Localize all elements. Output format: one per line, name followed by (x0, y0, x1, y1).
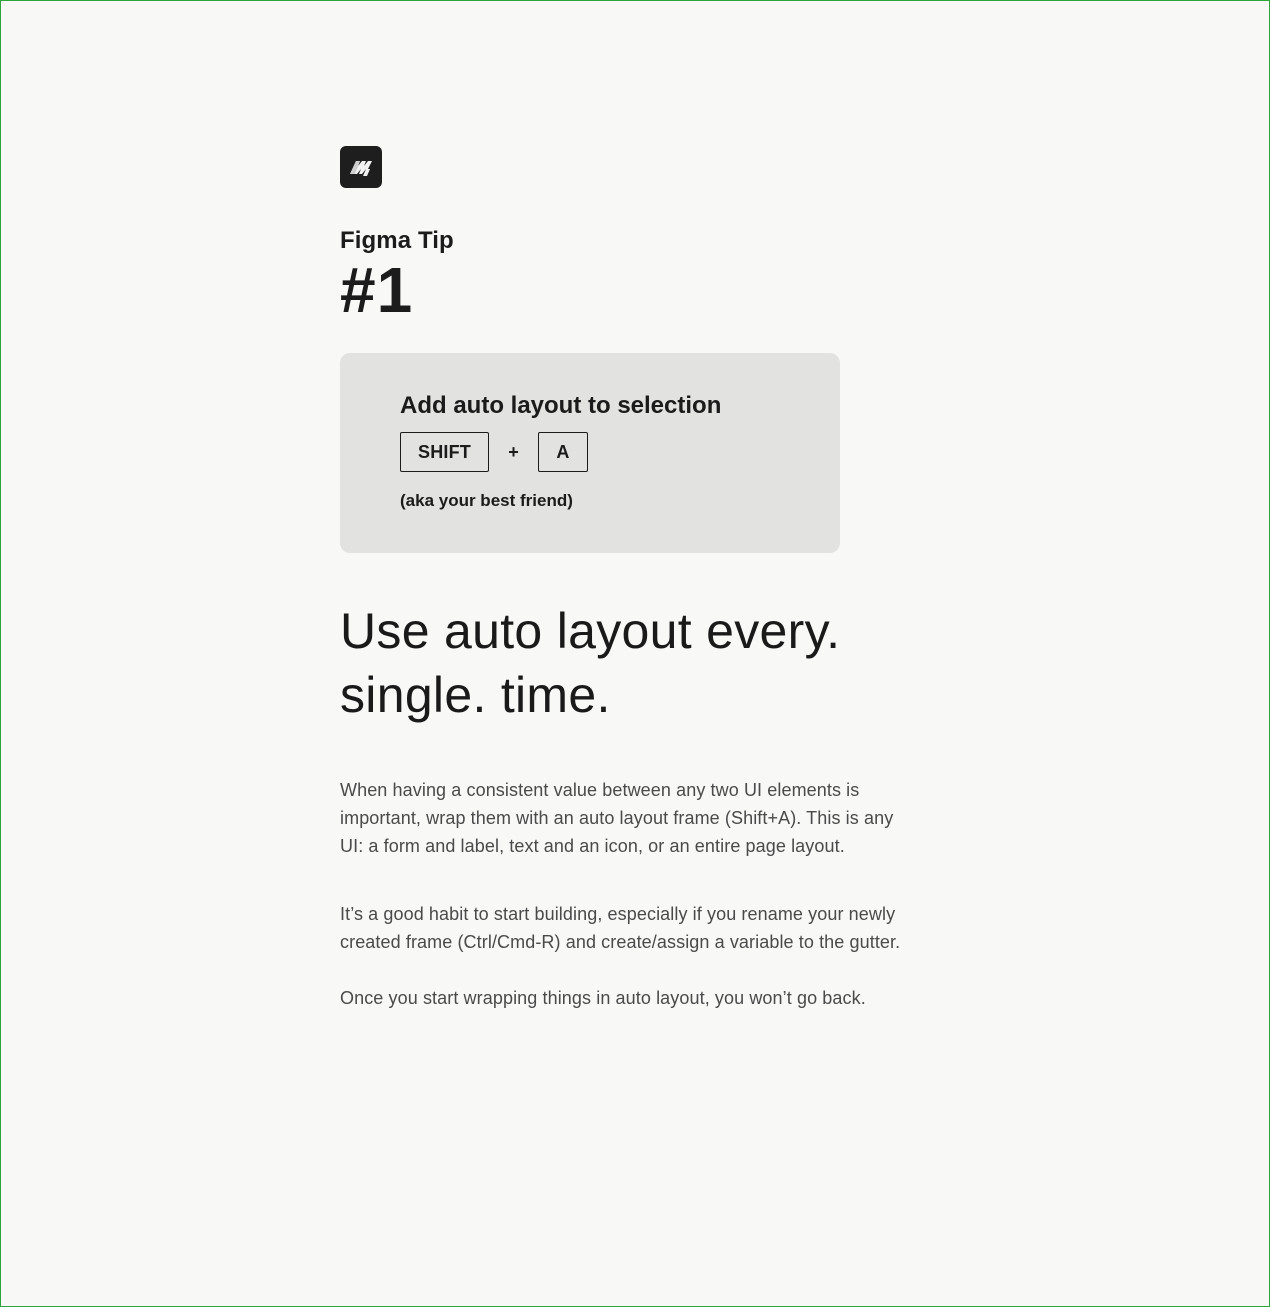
brand-logo-icon (340, 146, 382, 188)
shortcut-title: Add auto layout to selection (400, 392, 722, 419)
key-combo: SHIFT + A (400, 431, 780, 473)
shortcut-card: Add auto layout to selection SHIFT + A (… (340, 353, 840, 553)
headline-line-2: single. time. (340, 667, 611, 723)
headline-line-1: Use auto layout every. (340, 603, 841, 659)
page-frame: Figma Tip #1 Add auto layout to selectio… (0, 0, 1270, 1307)
paragraph-2: It’s a good habit to start building, esp… (340, 904, 901, 952)
a-key: A (538, 432, 588, 472)
headline: Use auto layout every. single. time. (340, 599, 920, 727)
tip-content: Figma Tip #1 Add auto layout to selectio… (340, 146, 920, 1012)
tip-eyebrow: Figma Tip (340, 227, 454, 254)
tip-number: #1 (340, 254, 414, 326)
plus-sign: + (508, 442, 519, 462)
shortcut-note: (aka your best friend) (400, 491, 573, 510)
shift-key: SHIFT (400, 432, 489, 472)
brand-logo-glyph (350, 161, 372, 176)
paragraph-1: When having a consistent value between a… (340, 780, 894, 856)
paragraph-3: Once you start wrapping things in auto l… (340, 988, 866, 1008)
